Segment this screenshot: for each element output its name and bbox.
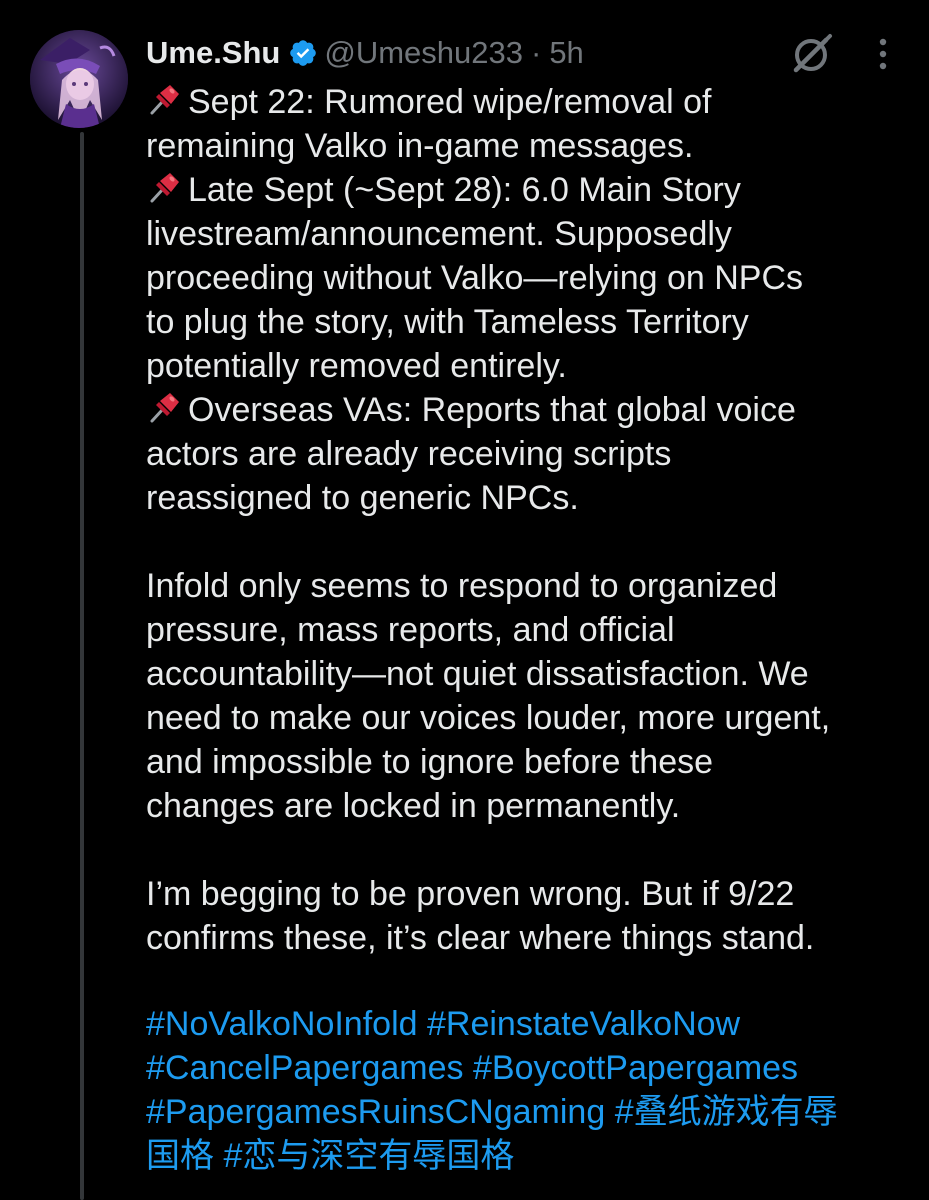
post-hashtags: #NoValkoNoInfold #ReinstateValkoNow #Canc…: [146, 1002, 916, 1178]
post-body-line-text: Overseas VAs: Reports that global voice: [188, 391, 796, 429]
hashtag-line: 国格 #恋与深空有辱国格: [146, 1134, 916, 1178]
hashtag-link[interactable]: #BoycottPapergames: [473, 1049, 798, 1087]
post-body-line: Late Sept (~Sept 28): 6.0 Main Story: [146, 168, 916, 212]
thread-connector-line: [80, 132, 84, 1200]
hashtag-link[interactable]: #恋与深空有辱国格: [223, 1137, 514, 1175]
post-body-line-text: reassigned to generic NPCs.: [146, 479, 579, 517]
verified-badge-icon: [290, 40, 317, 66]
hashtag-link[interactable]: 国格: [146, 1137, 214, 1175]
post-body-line: actors are already receiving scripts: [146, 432, 916, 476]
post-body-line-text: Infold only seems to respond to organize…: [146, 567, 778, 605]
post-body-line: proceeding without Valko—relying on NPCs: [146, 256, 916, 300]
post-body-line: pressure, mass reports, and official: [146, 608, 916, 652]
post-timestamp[interactable]: 5h: [549, 35, 583, 71]
post-body-line-text: pressure, mass reports, and official: [146, 611, 675, 649]
post-body-line-text: Sept 22: Rumored wipe/removal of: [188, 83, 712, 121]
post-body-line-text: need to make our voices louder, more urg…: [146, 699, 831, 737]
post-body-line-text: I’m begging to be proven wrong. But if 9…: [146, 875, 795, 913]
post-body-line: reassigned to generic NPCs.: [146, 476, 916, 520]
post-body-line: Infold only seems to respond to organize…: [146, 564, 916, 608]
post-body-line-text: livestream/announcement. Supposedly: [146, 215, 732, 253]
post-header: Ume.Shu @Umeshu233 · 5h: [146, 28, 584, 78]
hashtag-link[interactable]: #CancelPapergames: [146, 1049, 464, 1087]
author-display-name[interactable]: Ume.Shu: [146, 35, 280, 71]
post-body-line-text: actors are already receiving scripts: [146, 435, 672, 473]
post-body-line-text: accountability—not quiet dissatisfaction…: [146, 655, 809, 693]
post-body-line: remaining Valko in-game messages.: [146, 124, 916, 168]
author-avatar[interactable]: [30, 30, 128, 128]
post-body-line-text: potentially removed entirely.: [146, 347, 567, 385]
post-body-line: Overseas VAs: Reports that global voice: [146, 388, 916, 432]
post-body-line-text: confirms these, it’s clear where things …: [146, 919, 815, 957]
post-body-line: livestream/announcement. Supposedly: [146, 212, 916, 256]
hashtag-line: #NoValkoNoInfold #ReinstateValkoNow: [146, 1002, 916, 1046]
header-separator: ·: [530, 35, 542, 70]
post-body-line-text: Late Sept (~Sept 28): 6.0 Main Story: [188, 171, 741, 209]
paragraph-break: [146, 520, 916, 564]
post-body-line: Sept 22: Rumored wipe/removal of: [146, 80, 916, 124]
hashtag-line: #PapergamesRuinsCNgaming #叠纸游戏有辱: [146, 1090, 916, 1134]
post-body-line: potentially removed entirely.: [146, 344, 916, 388]
post-body-line: and impossible to ignore before these: [146, 740, 916, 784]
hashtag-link[interactable]: #PapergamesRuinsCNgaming: [146, 1093, 605, 1131]
hashtag-link[interactable]: #ReinstateValkoNow: [427, 1005, 740, 1043]
post-body: Sept 22: Rumored wipe/removal of remainin…: [146, 80, 916, 960]
hashtag-link[interactable]: #NoValkoNoInfold: [146, 1005, 418, 1043]
grok-icon[interactable]: [788, 32, 834, 78]
more-options-icon[interactable]: [870, 34, 896, 74]
post-body-line: to plug the story, with Tameless Territo…: [146, 300, 916, 344]
author-handle[interactable]: @Umeshu233: [324, 35, 523, 71]
post-body-line: I’m begging to be proven wrong. But if 9…: [146, 872, 916, 916]
post-body-line-text: proceeding without Valko—relying on NPCs: [146, 259, 804, 297]
post-body-line-text: changes are locked in permanently.: [146, 787, 681, 825]
post-body-line-text: to plug the story, with Tameless Territo…: [146, 303, 749, 341]
post-body-line-text: remaining Valko in-game messages.: [146, 127, 694, 165]
hashtag-link[interactable]: #叠纸游戏有辱: [615, 1093, 838, 1131]
post-body-line: need to make our voices louder, more urg…: [146, 696, 916, 740]
post-body-line-text: and impossible to ignore before these: [146, 743, 714, 781]
avatar-image: [30, 30, 128, 128]
post-body-line: confirms these, it’s clear where things …: [146, 916, 916, 960]
pushpin-icon: [150, 85, 179, 115]
paragraph-break: [146, 828, 916, 872]
post-body-line: changes are locked in permanently.: [146, 784, 916, 828]
pushpin-icon: [150, 173, 179, 203]
post-body-line: accountability—not quiet dissatisfaction…: [146, 652, 916, 696]
pushpin-icon: [150, 393, 179, 423]
hashtag-line: #CancelPapergames #BoycottPapergames: [146, 1046, 916, 1090]
